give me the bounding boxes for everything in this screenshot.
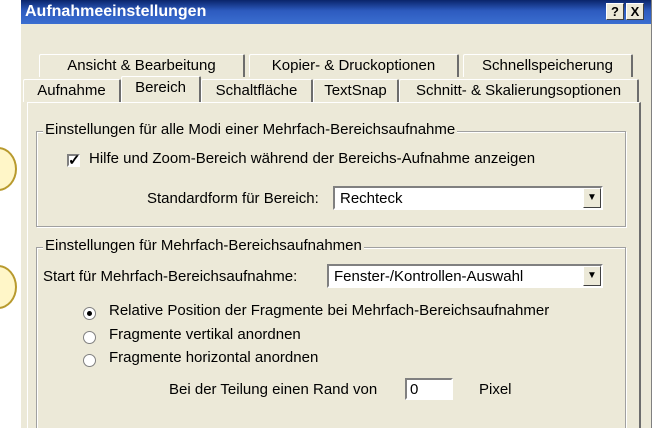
margin-label: Bei der Teilung einen Rand von (169, 381, 378, 398)
tab-schnitt-skalierung[interactable]: Schnitt- & Skalierungsoptionen (399, 79, 639, 102)
tab-schnellspeicherung[interactable]: Schnellspeicherung (463, 54, 633, 77)
radio-horizontal[interactable] (83, 354, 96, 367)
group-multi-title: Einstellungen für Mehrfach-Bereichsaufna… (43, 237, 364, 254)
callout-marker-2 (0, 265, 17, 309)
help-zoom-checkbox[interactable]: ✓ (67, 152, 81, 169)
tab-panel-bereich: Einstellungen für alle Modi einer Mehrfa… (27, 102, 641, 428)
tab-kopier-druckoptionen[interactable]: Kopier- & Druckoptionen (249, 54, 459, 77)
chevron-down-icon[interactable]: ▼ (583, 188, 601, 208)
group-all-modes: Einstellungen für alle Modi einer Mehrfa… (36, 121, 626, 227)
help-button[interactable]: ? (606, 3, 624, 20)
shape-select-value: Rechteck (340, 190, 403, 207)
tab-bereich[interactable]: Bereich (121, 76, 201, 102)
start-select[interactable]: Fenster-/Kontrollen-Auswahl ▼ (327, 264, 603, 288)
window-title: Aufnahmeeinstellungen (25, 3, 207, 20)
tab-schaltflaeche[interactable]: Schaltfläche (201, 79, 313, 102)
chevron-down-icon[interactable]: ▼ (583, 266, 601, 286)
title-bar[interactable]: Aufnahmeeinstellungen ? X (21, 0, 651, 24)
radio-vertical-label[interactable]: Fragmente vertikal anordnen (109, 326, 301, 343)
start-select-value: Fenster-/Kontrollen-Auswahl (334, 268, 524, 285)
shape-select[interactable]: Rechteck ▼ (333, 186, 603, 210)
tab-aufnahme[interactable]: Aufnahme (23, 79, 121, 102)
help-zoom-checkbox-label[interactable]: Hilfe und Zoom-Bereich während der Berei… (89, 150, 535, 167)
radio-relative-position[interactable] (83, 307, 96, 320)
radio-relative-position-label[interactable]: Relative Position der Fragmente bei Mehr… (109, 302, 549, 319)
margin-unit: Pixel (479, 381, 512, 398)
margin-input[interactable]: 0 (405, 378, 453, 400)
group-all-modes-title: Einstellungen für alle Modi einer Mehrfa… (43, 121, 458, 138)
checkmark-icon: ✓ (68, 152, 81, 169)
dialog-window: Aufnahmeeinstellungen ? X Ansicht & Bear… (20, 0, 652, 428)
margin-input-value: 0 (410, 381, 419, 398)
tab-ansicht-bearbeitung[interactable]: Ansicht & Bearbeitung (39, 54, 245, 77)
tab-textsnap[interactable]: TextSnap (313, 79, 399, 102)
group-multi: Einstellungen für Mehrfach-Bereichsaufna… (36, 237, 626, 428)
start-label: Start für Mehrfach-Bereichsaufnahme: (43, 268, 298, 285)
radio-horizontal-label[interactable]: Fragmente horizontal anordnen (109, 349, 318, 366)
shape-label: Standardform für Bereich: (147, 190, 319, 207)
close-button[interactable]: X (626, 3, 644, 20)
radio-selected-dot (87, 311, 92, 316)
callout-marker-1 (0, 147, 17, 191)
radio-vertical[interactable] (83, 331, 96, 344)
